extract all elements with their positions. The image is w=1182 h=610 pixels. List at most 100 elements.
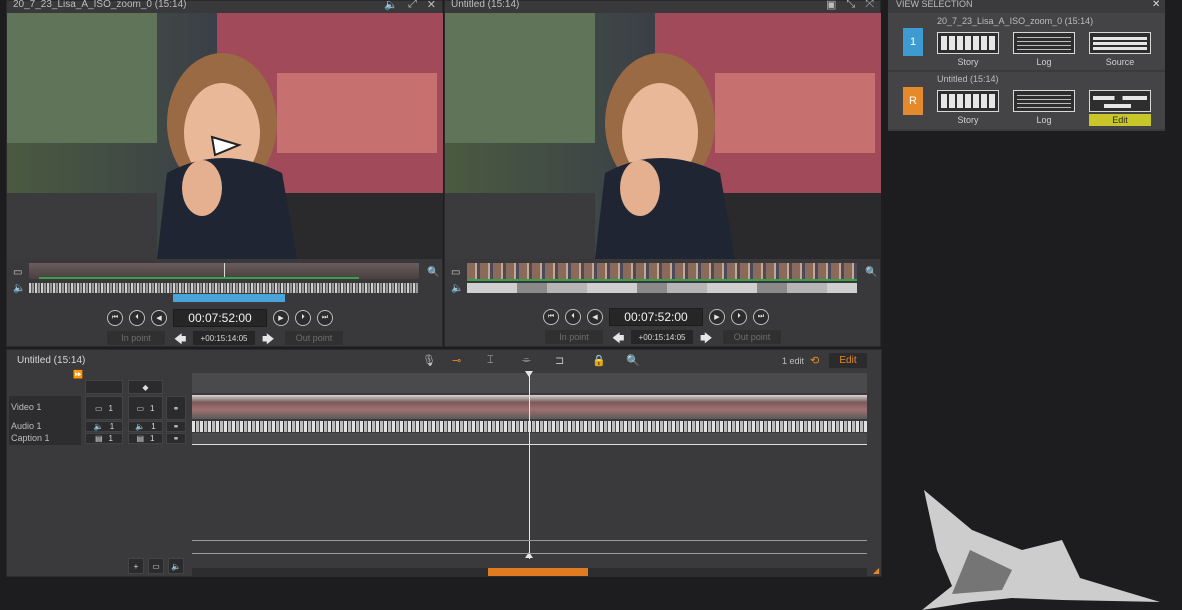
rewind-button[interactable]: ◀	[151, 310, 167, 326]
audio-source-count: 1	[109, 422, 115, 431]
edit-label[interactable]: Edit	[1089, 114, 1151, 126]
go-to-start-button[interactable]: ⏮	[543, 309, 559, 325]
record-video-frame[interactable]	[445, 13, 881, 259]
splice-tool-icon[interactable]: ⊸	[452, 354, 461, 367]
next-frame-button[interactable]: ⏵	[731, 309, 747, 325]
record-viewer-title: Untitled (15:14)	[451, 0, 520, 10]
previous-frame-button[interactable]: ⏴	[129, 310, 145, 326]
previous-frame-button[interactable]: ⏴	[565, 309, 581, 325]
source-video-frame[interactable]	[7, 13, 443, 259]
speaker-icon[interactable]: 🔈	[384, 0, 398, 11]
timeline-scrollbar-thumb[interactable]	[488, 568, 588, 576]
in-point-button[interactable]: In point	[107, 331, 165, 345]
view-selection-header: VIEW SELECTION	[896, 0, 973, 9]
sync-icon: ⚭	[172, 403, 180, 413]
monitor-icon[interactable]: ▭	[13, 267, 22, 278]
lift-tool-icon[interactable]: ⌯	[522, 354, 531, 367]
edit-button[interactable]: Edit	[829, 353, 867, 368]
audio-record-cell[interactable]: 🔈 1	[128, 421, 163, 432]
caption-icon: ▤	[94, 434, 103, 443]
storyboard-icon	[941, 36, 995, 50]
expand-icon[interactable]: ⤢	[408, 0, 417, 11]
source-view-option[interactable]	[1089, 32, 1151, 54]
record-audio-bar	[467, 283, 857, 293]
playhead[interactable]	[529, 373, 530, 559]
source-video-image	[7, 13, 443, 259]
edit-timeline-icon	[1093, 94, 1147, 108]
play-button[interactable]: ▶	[273, 310, 289, 326]
audio-record-count: 1	[151, 422, 156, 431]
save-icon[interactable]: ▣	[826, 0, 836, 11]
record-row-name: Untitled (15:14)	[937, 74, 999, 84]
zoom-icon[interactable]: 🔍	[865, 267, 877, 278]
source-row-name: 20_7_23_Lisa_A_ISO_zoom_0 (15:14)	[937, 16, 1094, 26]
caption-record-count: 1	[150, 434, 155, 443]
video-header-cell[interactable]	[85, 380, 123, 394]
source-badge: 1	[903, 28, 923, 56]
close-icon[interactable]: ✕	[427, 0, 436, 11]
playhead-top-marker[interactable]	[525, 371, 533, 377]
close-icon[interactable]: ✕	[1152, 0, 1160, 10]
monitor-icon[interactable]: ▭	[451, 267, 460, 278]
arrow-right-icon[interactable]: 🡆	[262, 330, 274, 351]
record-filmstrip[interactable]	[467, 263, 857, 279]
zoom-icon[interactable]: 🔍	[626, 354, 640, 367]
story-label: Story	[957, 57, 979, 67]
add-audio-track-button[interactable]: 🔈	[168, 558, 184, 574]
source-icon	[1093, 36, 1147, 50]
caption-record-cell[interactable]: ▤ 1	[128, 433, 163, 444]
arrow-right-icon[interactable]: 🡆	[700, 329, 712, 350]
go-to-end-button[interactable]: ⏭	[753, 309, 769, 325]
go-to-end-button[interactable]: ⏭	[317, 310, 333, 326]
audio-source-cell[interactable]: 🔈 1	[85, 421, 123, 432]
lock-icon[interactable]: 🔒	[592, 354, 606, 367]
add-track-button[interactable]: +	[128, 558, 144, 574]
add-video-track-button[interactable]: ▭	[148, 558, 164, 574]
video-record-cell[interactable]: ▭ 1	[128, 396, 163, 420]
fast-forward-icon[interactable]: ⏩	[73, 370, 83, 379]
collapse-icon[interactable]: ⤡	[846, 0, 855, 11]
overwrite-tool-icon[interactable]: ⌶	[487, 354, 494, 367]
arrow-left-icon[interactable]: 🡄	[174, 330, 186, 351]
speaker-icon[interactable]: 🔈	[451, 283, 463, 294]
go-to-start-button[interactable]: ⏮	[107, 310, 123, 326]
story-view-option[interactable]	[937, 32, 999, 54]
source-timecode[interactable]: 00:07:52:00	[173, 309, 267, 327]
story-view-option[interactable]	[937, 90, 999, 112]
arrow-left-icon[interactable]: 🡄	[612, 329, 624, 350]
extract-tool-icon[interactable]: ⊐	[555, 354, 564, 367]
edit-view-option[interactable]	[1089, 90, 1151, 112]
track-label-video: Video 1	[9, 396, 81, 420]
source-viewer: 20_7_23_Lisa_A_ISO_zoom_0 (15:14) 🔈 ⤢ ✕ …	[6, 0, 443, 347]
track-label-caption: Caption 1	[9, 432, 81, 445]
out-point-button[interactable]: Out point	[285, 331, 343, 345]
keyframe-header-cell[interactable]: ◆	[128, 380, 163, 394]
record-viewer: Untitled (15:14) ▣ ⤡ ⤧ ▭ 🔈 🔍 ⏮ ⏴ ◀ 00:07…	[444, 0, 881, 347]
play-button[interactable]: ▶	[709, 309, 725, 325]
record-timecode[interactable]: 00:07:52:00	[609, 308, 703, 326]
log-view-option[interactable]	[1013, 90, 1075, 112]
out-point-button[interactable]: Out point	[723, 330, 781, 344]
rewind-button[interactable]: ◀	[587, 309, 603, 325]
source-marked-range	[173, 294, 285, 302]
fullscreen-icon[interactable]: ⤧	[865, 0, 874, 11]
log-view-option[interactable]	[1013, 32, 1075, 54]
timeline-title: Untitled (15:14)	[17, 355, 86, 366]
microphone-icon[interactable]: 🎙	[422, 354, 436, 367]
audio-sync-cell[interactable]: ⚭	[166, 421, 186, 432]
view-row-record: R Untitled (15:14) Story Log Edit	[888, 72, 1165, 129]
speaker-icon[interactable]: 🔈	[13, 283, 25, 294]
video-source-cell[interactable]: ▭ 1	[85, 396, 123, 420]
zoom-icon[interactable]: 🔍	[427, 267, 439, 278]
history-icon[interactable]: ⟲	[810, 354, 819, 367]
video-sync-cell[interactable]: ⚭	[166, 396, 186, 420]
log-label: Log	[1036, 115, 1052, 125]
caption-source-cell[interactable]: ▤ 1	[85, 433, 123, 444]
caption-sync-cell[interactable]: ⚭	[166, 433, 186, 444]
in-point-button[interactable]: In point	[545, 330, 603, 344]
source-scrubber[interactable]	[29, 263, 419, 279]
caption-icon: ▤	[136, 434, 145, 443]
next-frame-button[interactable]: ⏵	[295, 310, 311, 326]
resize-grip-icon[interactable]: ◢	[873, 566, 879, 575]
view-row-source: 1 20_7_23_Lisa_A_ISO_zoom_0 (15:14) Stor…	[888, 13, 1165, 70]
